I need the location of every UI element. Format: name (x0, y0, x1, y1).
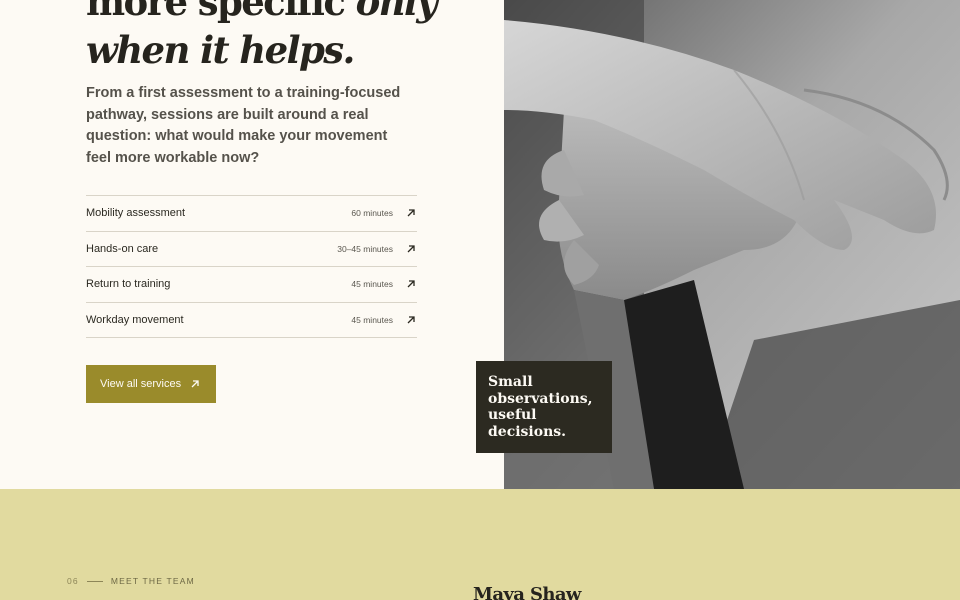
intro-paragraph: From a first assessment to a training-fo… (86, 85, 401, 166)
service-name: Return to training (86, 278, 171, 291)
service-item-hands-on-care[interactable]: Hands-on care 30–45 minutes (86, 232, 417, 267)
service-duration: 60 minutes (351, 208, 393, 219)
heading-emphasis: only (355, 0, 438, 24)
service-duration: 45 minutes (351, 314, 393, 325)
photo-caption: Small observations, useful decisions. (476, 361, 612, 453)
section-label: MEET THE TEAM (110, 576, 195, 586)
team-section: 06 MEET THE TEAM Maya Shaw (0, 489, 960, 600)
heading-text: more specific (86, 0, 356, 24)
section-heading: more specific only when it helps. (86, 0, 486, 74)
arrow-up-right-icon (189, 378, 201, 390)
service-name: Workday movement (86, 313, 184, 326)
services-section: more specific only when it helps. From a… (0, 0, 504, 489)
heading-emphasis-line2: when it helps. (86, 28, 355, 72)
service-duration: 30–45 minutes (337, 243, 393, 254)
arrow-up-right-icon (405, 278, 417, 290)
arrow-up-right-icon (405, 243, 417, 255)
service-name: Mobility assessment (86, 207, 186, 220)
service-item-return-to-training[interactable]: Return to training 45 minutes (86, 267, 417, 303)
services-list: Mobility assessment 60 minutes Hands-on … (86, 195, 417, 338)
service-name: Hands-on care (86, 242, 159, 255)
eyebrow-rule (86, 580, 103, 582)
service-item-mobility-assessment[interactable]: Mobility assessment 60 minutes (86, 196, 417, 232)
arrow-up-right-icon (405, 207, 417, 219)
service-item-workday-movement[interactable]: Workday movement 45 minutes (86, 303, 417, 338)
team-member-name: Maya Shaw (473, 584, 581, 600)
team-eyebrow: 06 MEET THE TEAM (67, 576, 195, 586)
section-number: 06 (67, 576, 79, 586)
service-duration: 45 minutes (351, 279, 393, 290)
cta-label: View all services (100, 378, 182, 390)
view-all-services-button[interactable]: View all services (86, 365, 216, 403)
arrow-up-right-icon (405, 314, 417, 326)
